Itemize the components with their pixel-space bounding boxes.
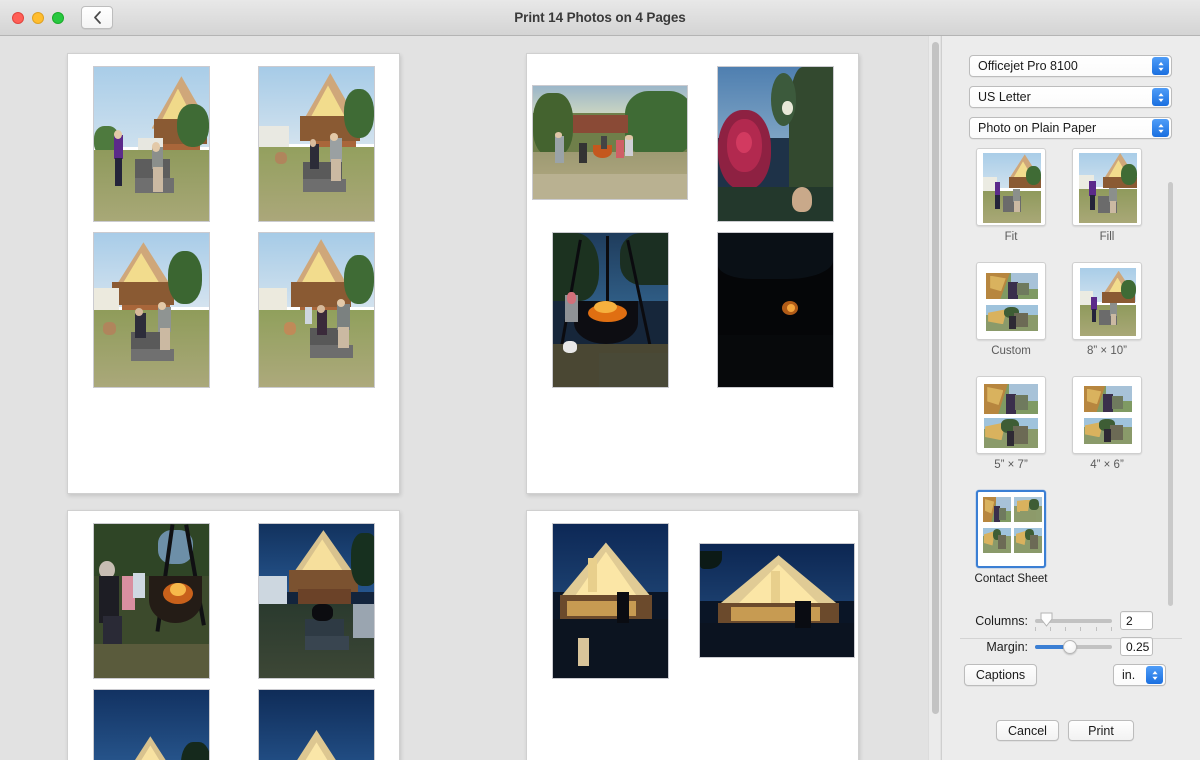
preview-scrollbar-thumb[interactable] [932,42,939,714]
columns-slider-ticks [1035,626,1112,633]
preset-thumbnail[interactable] [976,490,1046,568]
preview-page[interactable] [67,510,400,760]
columns-label: Columns: [975,613,1028,628]
photo-thumbnail [258,66,375,222]
margin-row: Margin: 0.25 [964,637,1153,656]
captions-button[interactable]: Captions [964,664,1037,686]
paper-type-select[interactable]: Photo on Plain Paper [969,117,1172,139]
photo-thumbnail [93,523,210,679]
preset-thumbnail[interactable] [1072,148,1142,226]
preset-label: Custom [991,345,1031,357]
layout-presets-list[interactable]: Fit Fill Custom 8” × 10” 5” × 7” 4” × 6”… [960,144,1190,636]
photo-thumbnail [258,232,375,388]
photo-thumbnail [552,232,669,388]
photo-thumbnail [552,523,669,679]
columns-row: Columns: 2 [964,611,1153,631]
chevron-updown-icon[interactable] [1152,88,1169,106]
margin-label: Margin: [986,639,1028,654]
units-label: in. [1122,668,1136,682]
columns-slider-thumb[interactable] [1040,612,1053,627]
preview-page[interactable] [526,53,859,494]
printer-select[interactable]: Officejet Pro 8100 [969,55,1172,77]
chevron-updown-icon[interactable] [1152,119,1169,137]
preset-5x7[interactable]: 5” × 7” [964,376,1058,471]
preset-thumbnail[interactable] [976,376,1046,454]
preset-thumbnail[interactable] [1072,262,1142,340]
photo-thumbnail [717,66,834,222]
columns-slider[interactable] [1035,612,1112,631]
paper-type-label: Photo on Plain Paper [978,121,1097,135]
preset-4x6[interactable]: 4” × 6” [1060,376,1154,471]
print-button[interactable]: Print [1068,720,1134,741]
preset-label: 8” × 10” [1087,345,1127,357]
margin-value-field[interactable]: 0.25 [1120,637,1153,656]
preset-label: 4” × 6” [1090,459,1124,471]
preset-thumbnail[interactable] [976,262,1046,340]
preset-8x10[interactable]: 8” × 10” [1060,262,1154,357]
page-title: Print 14 Photos on 4 Pages [514,10,686,25]
print-preview-area[interactable] [0,36,940,760]
columns-value-field[interactable]: 2 [1120,611,1153,630]
preset-label: Contact Sheet [974,573,1048,585]
print-dialog-window: Print 14 Photos on 4 Pages Officejet Pro… [0,0,1200,760]
presets-scrollbar[interactable] [1166,148,1175,634]
photo-thumbnail [93,66,210,222]
preset-thumbnail[interactable] [1072,376,1142,454]
preview-scrollbar[interactable] [928,36,940,760]
printer-select-label: Officejet Pro 8100 [978,59,1078,73]
preset-thumbnail[interactable] [976,148,1046,226]
presets-scrollbar-thumb[interactable] [1168,182,1173,606]
preset-label: 5” × 7” [994,459,1028,471]
preset-label: Fill [1099,231,1115,243]
chevron-updown-icon[interactable] [1146,666,1163,684]
margin-slider-thumb[interactable] [1063,639,1077,654]
photo-thumbnail [258,523,375,679]
chevron-updown-icon[interactable] [1152,57,1169,75]
photo-thumbnail [532,85,688,200]
window-titlebar: Print 14 Photos on 4 Pages [0,0,1200,36]
photo-thumbnail [258,689,375,760]
photo-thumbnail [717,232,834,388]
units-select[interactable]: in. [1113,664,1166,686]
photo-thumbnail [93,232,210,388]
preset-fill[interactable]: Fill [1060,148,1154,243]
preset-custom[interactable]: Custom [964,262,1058,357]
preset-fit[interactable]: Fit [964,148,1058,243]
paper-size-label: US Letter [978,90,1031,104]
preview-page[interactable] [526,510,859,760]
paper-size-select[interactable]: US Letter [969,86,1172,108]
margin-slider[interactable] [1035,639,1112,654]
photo-thumbnail [699,543,855,658]
preset-contact-sheet[interactable]: Contact Sheet [964,490,1058,585]
photo-thumbnail [93,689,210,760]
preview-page[interactable] [67,53,400,494]
cancel-button[interactable]: Cancel [996,720,1059,741]
preset-label: Fit [1004,231,1018,243]
